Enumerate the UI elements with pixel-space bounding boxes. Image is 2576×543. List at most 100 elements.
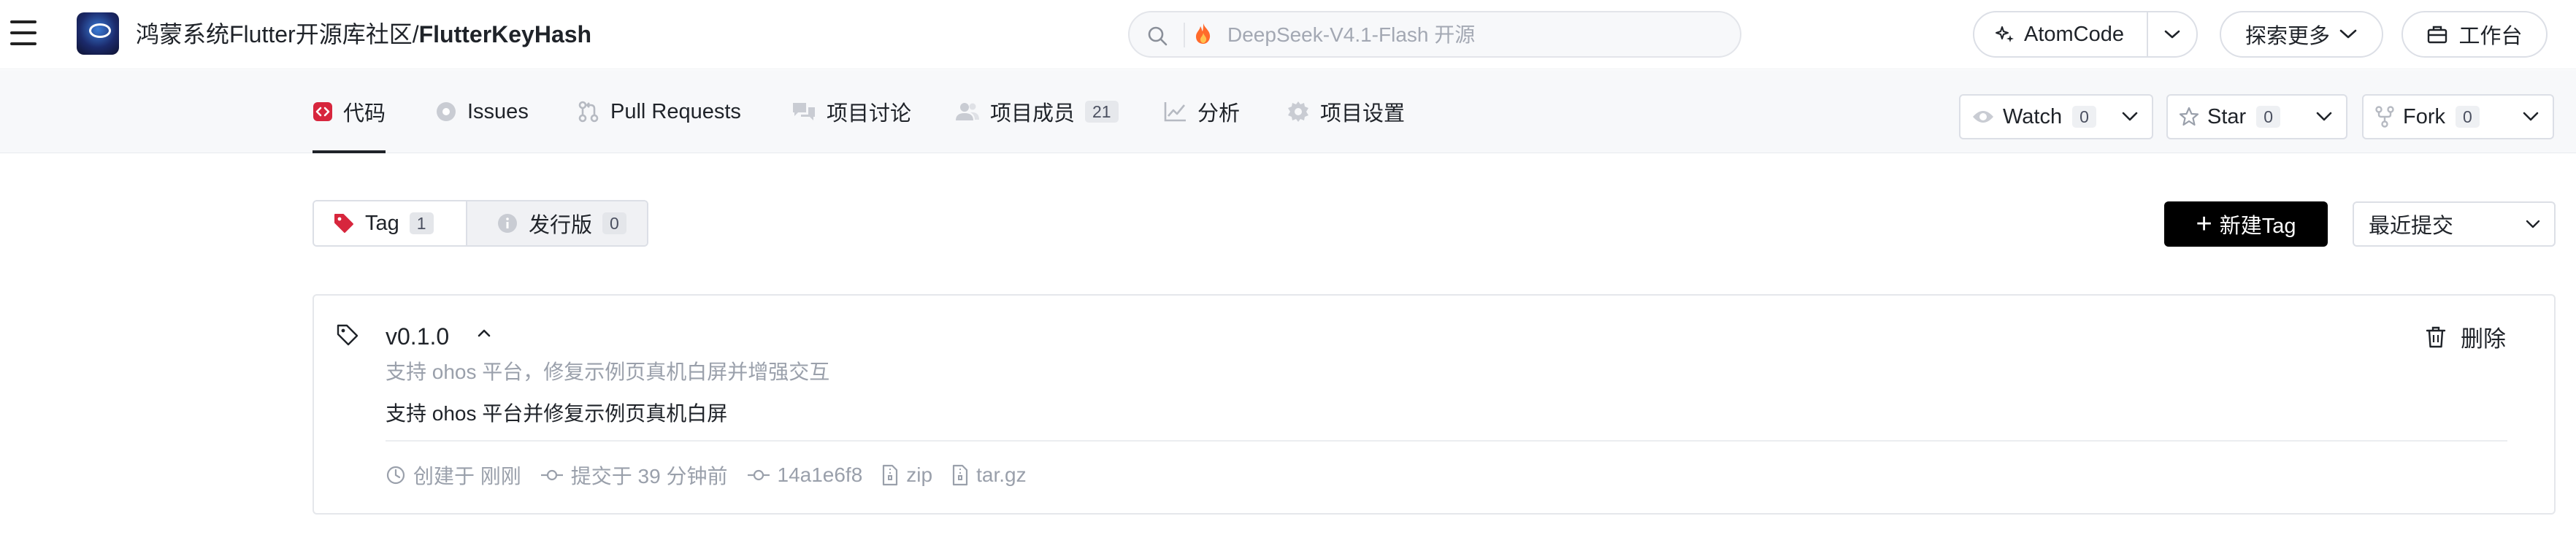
delete-tag-button[interactable]: 删除: [2426, 320, 2506, 353]
issues-icon: [435, 101, 457, 123]
chevron-down-icon: [2164, 30, 2180, 39]
repo-logo[interactable]: [77, 12, 119, 55]
code-icon: [313, 101, 333, 122]
tag-tab-label: Tag: [365, 211, 399, 235]
created-label: 创建于 刚刚: [413, 465, 521, 488]
repo-subnav: 代码 Issues Pull Requests 项目讨论 项目成员 21 分析 …: [0, 70, 2576, 153]
card-divider: [386, 440, 2507, 442]
release-count: 0: [602, 212, 626, 234]
fork-icon: [2374, 105, 2396, 128]
members-count-badge: 21: [1085, 101, 1119, 123]
fork-label: Fork: [2403, 104, 2445, 128]
new-tag-label: 新建Tag: [2219, 215, 2296, 238]
tab-code-label: 代码: [343, 102, 386, 126]
tab-analytics-label: 分析: [1197, 102, 1241, 126]
sort-selected-value: 最近提交: [2369, 215, 2454, 238]
explore-more-button[interactable]: 探索更多: [2220, 11, 2383, 58]
tab-issues-label: Issues: [467, 99, 529, 123]
tab-issues[interactable]: Issues: [435, 70, 529, 153]
committed-label: 提交于 39 分钟前: [570, 465, 728, 488]
zip-file-icon: [881, 464, 899, 486]
chevron-down-icon: [2522, 111, 2539, 123]
settings-icon: [1287, 100, 1310, 123]
tag-icon: [333, 212, 355, 234]
tag-subtitle: 支持 ohos 平台，修复示例页真机白屏并增强交互: [386, 361, 830, 383]
watch-count: 0: [2072, 106, 2096, 128]
members-icon: [955, 101, 980, 123]
info-icon: [497, 212, 518, 234]
repo-breadcrumb: 鸿蒙系统Flutter开源库社区/FlutterKeyHash: [136, 20, 591, 49]
new-tag-button[interactable]: + 新建Tag: [2164, 201, 2328, 247]
chevron-down-icon: [2315, 111, 2333, 123]
search-input[interactable]: [1227, 20, 1724, 50]
global-search-box[interactable]: [1128, 11, 1741, 58]
commit-hash: 14a1e6f8: [777, 463, 863, 486]
explore-more-label: 探索更多: [2245, 25, 2330, 48]
atomcode-button[interactable]: AtomCode: [1974, 12, 2148, 56]
star-button[interactable]: Star 0: [2166, 94, 2347, 139]
hamburger-menu-icon[interactable]: [10, 20, 38, 48]
watch-icon: [1971, 107, 1996, 127]
tab-pull-requests[interactable]: Pull Requests: [577, 70, 741, 153]
zip-label: zip: [906, 463, 933, 486]
tab-settings-label: 项目设置: [1320, 102, 1406, 126]
repo-owner-link[interactable]: 鸿蒙系统Flutter开源库社区: [136, 21, 413, 47]
tag-outline-icon: [336, 323, 359, 350]
fire-icon: [1194, 23, 1213, 50]
search-divider: [1184, 23, 1185, 47]
workbench-label: 工作台: [2458, 25, 2523, 48]
tab-members-label: 项目成员: [990, 102, 1076, 126]
tab-members[interactable]: 项目成员 21: [955, 70, 1119, 153]
release-tab-label: 发行版: [529, 214, 593, 237]
briefcase-icon: [2428, 26, 2447, 44]
breadcrumb-separator: /: [412, 21, 419, 47]
tab-code[interactable]: 代码: [313, 70, 386, 153]
star-count: 0: [2256, 106, 2280, 128]
tab-settings[interactable]: 项目设置: [1287, 70, 1405, 153]
atomcode-label: AtomCode: [2024, 22, 2125, 46]
tab-analytics[interactable]: 分析: [1164, 70, 1240, 153]
top-header: 鸿蒙系统Flutter开源库社区/FlutterKeyHash AtomCode…: [0, 0, 2576, 69]
tag-count: 1: [409, 212, 434, 234]
atomcode-split-button: AtomCode: [1973, 11, 2198, 58]
fork-count: 0: [2456, 106, 2480, 128]
chevron-down-icon: [2525, 219, 2541, 229]
tag-tab[interactable]: Tag 1: [314, 201, 467, 245]
search-icon: [1148, 26, 1168, 46]
trash-icon: [2426, 326, 2446, 347]
download-targz-link[interactable]: tar.gz: [951, 463, 1027, 487]
commit-hash-link[interactable]: 14a1e6f8: [747, 463, 863, 487]
clock-icon: [386, 465, 406, 485]
chevron-up-icon[interactable]: [476, 326, 492, 343]
tag-description: 支持 ohos 平台并修复示例页真机白屏: [386, 402, 728, 425]
star-label: Star: [2207, 104, 2247, 128]
tag-card: v0.1.0 删除 支持 ohos 平台，修复示例页真机白屏并增强交互 支持 o…: [313, 294, 2556, 515]
pull-request-icon: [577, 100, 600, 123]
repo-name-link[interactable]: FlutterKeyHash: [419, 21, 592, 47]
tag-name[interactable]: v0.1.0: [386, 322, 449, 351]
tab-discussions-label: 项目讨论: [827, 102, 912, 126]
star-icon: [2178, 106, 2200, 128]
targz-label: tar.gz: [976, 463, 1027, 486]
sort-select[interactable]: 最近提交: [2353, 201, 2556, 247]
download-zip-link[interactable]: zip: [881, 463, 932, 487]
workbench-button[interactable]: 工作台: [2401, 11, 2548, 58]
tag-meta-row: 创建于 刚刚 提交于 39 分钟前 14a1e6f8 zip tar.gz: [386, 458, 1046, 493]
commit-icon: [747, 466, 770, 484]
watch-label: Watch: [2003, 104, 2063, 128]
commit-icon: [540, 466, 564, 484]
tab-pull-requests-label: Pull Requests: [610, 99, 741, 123]
sparkle-icon: [1996, 26, 2014, 42]
analytics-icon: [1164, 101, 1187, 123]
delete-label: 删除: [2461, 326, 2506, 352]
chevron-down-icon: [2339, 29, 2357, 39]
fork-button[interactable]: Fork 0: [2362, 94, 2554, 139]
watch-button[interactable]: Watch 0: [1959, 94, 2153, 139]
archive-file-icon: [951, 464, 969, 486]
tag-release-switch: Tag 1 发行版 0: [313, 200, 648, 247]
atomcode-dropdown-toggle[interactable]: [2148, 28, 2196, 40]
tab-discussions[interactable]: 项目讨论: [791, 70, 911, 153]
committed-time: 提交于 39 分钟前: [540, 461, 728, 490]
discussion-icon: [791, 101, 816, 123]
release-tab[interactable]: 发行版 0: [467, 201, 647, 245]
